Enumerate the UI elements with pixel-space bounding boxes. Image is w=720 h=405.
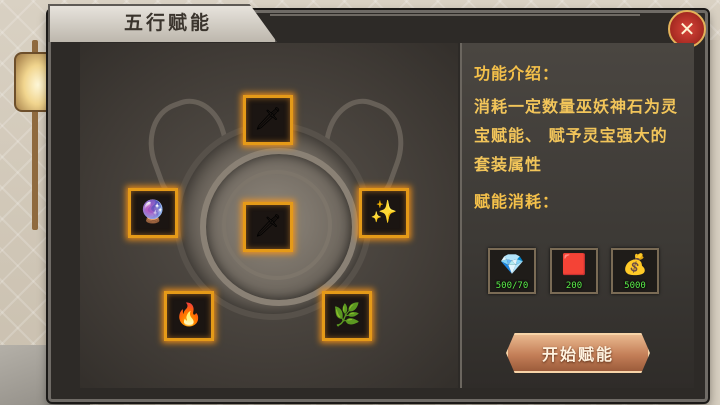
spirit-wing-icon: ✨: [370, 200, 398, 225]
flame-sword-icon: 🗡: [254, 214, 282, 239]
cost-title: 赋能消耗：: [474, 192, 560, 211]
intro-title: 功能介绍：: [474, 64, 560, 83]
green-blade-icon: 🌿: [333, 303, 361, 328]
element-slot-left[interactable]: 🔮: [128, 188, 178, 238]
intro-text: 消耗一定数量巫妖神石为灵宝赋能、 赋予灵宝强大的套装属性: [474, 97, 679, 174]
gold-pouch-icon: 💰: [622, 252, 648, 276]
red-ore-icon: 🟥: [561, 252, 587, 276]
cost-quantity: 5000: [624, 281, 646, 291]
element-slot-bottom-left[interactable]: 🔥: [164, 291, 214, 341]
cost-item-crystal[interactable]: 💎 500/70: [488, 248, 536, 294]
start-empower-button[interactable]: 开始赋能: [506, 333, 650, 373]
element-slot-right[interactable]: ✨: [359, 188, 409, 238]
fire-wheel-icon: 🔥: [175, 303, 203, 328]
window-title: 五行赋能: [124, 12, 213, 34]
crystal-orb-icon: 🔮: [139, 200, 167, 225]
close-icon: ✕: [678, 17, 696, 41]
cost-quantity: 500/70: [495, 281, 529, 291]
title-divider: [270, 14, 640, 32]
cost-quantity: 200: [565, 281, 583, 291]
crystal-ore-icon: 💎: [499, 252, 525, 276]
element-slot-bottom-right[interactable]: 🌿: [322, 291, 372, 341]
cost-item-red-ore[interactable]: 🟥 200: [550, 248, 598, 294]
element-slot-top[interactable]: 🗡: [243, 95, 293, 145]
flame-sword-icon: 🗡: [254, 107, 282, 132]
cost-item-gold[interactable]: 💰 5000: [611, 248, 659, 294]
element-slot-center[interactable]: 🗡: [243, 202, 293, 252]
